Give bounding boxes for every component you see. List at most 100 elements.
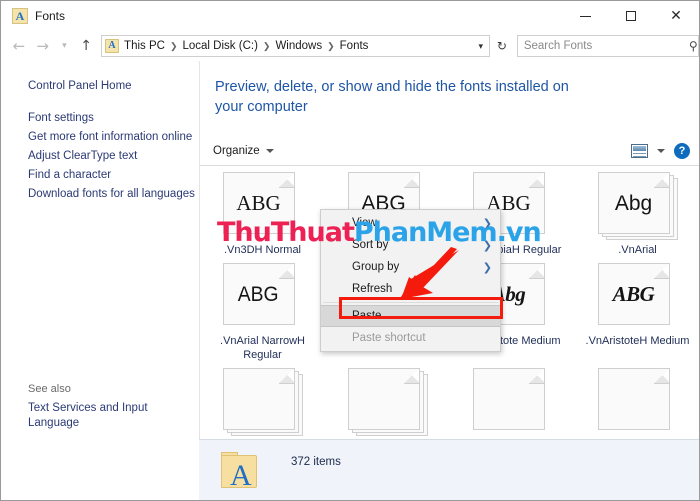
breadcrumb-fonts[interactable]: Fonts (339, 40, 370, 52)
context-menu-item-view[interactable]: View ❯ (321, 212, 500, 234)
folder-letter: A (230, 459, 252, 492)
font-card (472, 368, 553, 430)
context-menu-item-paste-shortcut: Paste shortcut (321, 327, 500, 349)
recent-locations-button[interactable]: ▾ (55, 33, 75, 59)
window-title: Fonts (35, 9, 66, 23)
search-placeholder: Search Fonts (523, 40, 593, 52)
font-card: ABG (222, 263, 303, 329)
font-card-stack: Abg (597, 172, 678, 240)
context-menu: View ❯ Sort by ❯ Group by ❯ Refresh Past… (320, 209, 501, 352)
font-tile[interactable]: ABG .VnArial NarrowH Regular (200, 257, 325, 362)
context-menu-item-label: Paste shortcut (352, 332, 426, 344)
font-grid-row-partial (200, 362, 699, 436)
breadcrumb-separator-icon: ❯ (169, 40, 178, 51)
font-card: ABG (597, 263, 678, 329)
address-bar-row: ← → ▾ ↑ A This PC ❯ Local Disk (C:) ❯ Wi… (1, 31, 699, 61)
font-preview-card (222, 368, 295, 430)
context-menu-item-group-by[interactable]: Group by ❯ (321, 256, 500, 278)
context-menu-item-label: Paste (352, 310, 382, 322)
view-layout-icon[interactable] (631, 143, 648, 158)
context-menu-item-label: View (352, 217, 377, 229)
refresh-button[interactable]: ↻ (491, 35, 513, 57)
context-menu-separator (323, 302, 498, 303)
maximize-button[interactable] (608, 1, 653, 31)
breadcrumb-this-pc[interactable]: This PC (123, 40, 166, 52)
font-preview-text: ABG (236, 190, 281, 215)
font-preview-card (472, 368, 545, 430)
folder-icon: A (221, 452, 261, 492)
address-fonts-icon: A (105, 39, 120, 53)
font-name-label: .VnAristoteH Medium (585, 335, 690, 347)
command-toolbar: Organize ? (200, 136, 699, 166)
sidebar-item-find-a-character[interactable]: Find a character (1, 166, 199, 185)
organize-button[interactable]: Organize (200, 145, 274, 157)
context-menu-item-label: Sort by (352, 239, 389, 251)
breadcrumb-windows[interactable]: Windows (274, 40, 323, 52)
font-card-stack (222, 368, 303, 436)
breadcrumb-separator-icon: ❯ (327, 40, 335, 51)
font-tile[interactable] (450, 362, 575, 430)
organize-label: Organize (213, 144, 260, 157)
breadcrumb-local-disk[interactable]: Local Disk (C:) (182, 40, 259, 52)
page-title: Preview, delete, or show and hide the fo… (215, 79, 569, 115)
fonts-folder-icon: A (12, 8, 28, 24)
font-card: ABG (222, 172, 303, 238)
context-menu-item-sort-by[interactable]: Sort by ❯ (321, 234, 500, 256)
refresh-icon: ↻ (496, 39, 507, 53)
font-tile[interactable]: ABG .VnAristoteH Medium (575, 257, 699, 362)
see-also-heading: See also (28, 383, 71, 395)
minimize-icon (580, 15, 591, 17)
font-preview-text: ABG (612, 281, 655, 306)
search-input[interactable]: Search Fonts ⚲ (516, 35, 699, 57)
window-controls: ✕ (563, 1, 699, 31)
forward-button[interactable]: → (31, 33, 55, 59)
context-menu-item-label: Refresh (352, 283, 393, 295)
status-bar: A 372 items (199, 439, 699, 500)
up-button[interactable]: ↑ (74, 33, 98, 59)
font-card-stack (347, 368, 428, 436)
back-button[interactable]: ← (7, 33, 31, 59)
toolbar-right-group: ? (631, 142, 699, 159)
maximize-icon (625, 11, 636, 21)
font-tile[interactable]: Abg .VnArial (575, 166, 699, 257)
submenu-arrow-icon: ❯ (482, 216, 492, 230)
view-chevron-down-icon[interactable] (657, 148, 665, 153)
address-bar[interactable]: A This PC ❯ Local Disk (C:) ❯ Windows ❯ … (101, 35, 491, 57)
submenu-arrow-icon: ❯ (482, 260, 492, 274)
sidebar-item-font-settings[interactable]: Font settings (1, 109, 199, 128)
font-tile[interactable] (325, 362, 450, 436)
font-card (597, 368, 678, 430)
chevron-down-icon[interactable]: ▾ (479, 41, 490, 52)
context-menu-item-refresh[interactable]: Refresh (321, 278, 500, 300)
font-tile[interactable]: ABG .Vn3DH Normal (200, 166, 325, 257)
chevron-down-icon (265, 148, 274, 153)
font-tile[interactable] (575, 362, 699, 430)
title-bar: A Fonts ✕ (1, 1, 699, 31)
font-preview-card: ABG (222, 172, 295, 234)
font-preview-card: ABG (597, 263, 670, 325)
item-count-label: 372 items (291, 456, 341, 468)
font-preview-card: Abg (597, 172, 670, 234)
context-menu-item-label: Group by (352, 261, 400, 273)
sidebar-item-adjust-cleartype-text[interactable]: Adjust ClearType text (1, 147, 199, 166)
font-preview-card (597, 368, 670, 430)
search-icon[interactable]: ⚲ (683, 39, 698, 53)
font-preview-text: Abg (614, 191, 653, 215)
font-name-label: .VnArial NarrowH Regular (220, 335, 305, 361)
sidebar-item-get-more-font-information-online[interactable]: Get more font information online (1, 128, 199, 147)
see-also-section: See also Text Services and Input Languag… (1, 383, 199, 441)
sidebar-item-download-fonts-for-all-languages[interactable]: Download fonts for all languages (1, 185, 199, 204)
file-explorer-window: A Fonts ✕ ← → ▾ ↑ A This PC ❯ Local Disk… (0, 0, 700, 501)
submenu-arrow-icon: ❯ (482, 238, 492, 252)
sidebar-item-control-panel-home[interactable]: Control Panel Home (1, 77, 199, 96)
sidebar-item-text-services-and-input-language[interactable]: Text Services and Input Language (1, 399, 199, 433)
close-button[interactable]: ✕ (653, 1, 699, 31)
font-tile[interactable] (200, 362, 325, 436)
breadcrumb-separator-icon: ❯ (262, 40, 271, 51)
font-preview-text: ABG (238, 282, 279, 306)
minimize-button[interactable] (563, 1, 608, 31)
font-name-label: .Vn3DH Normal (223, 244, 302, 256)
sidebar: Control Panel Home Font settings Get mor… (1, 61, 199, 441)
help-icon[interactable]: ? (674, 142, 690, 159)
context-menu-item-paste[interactable]: Paste (321, 305, 500, 327)
